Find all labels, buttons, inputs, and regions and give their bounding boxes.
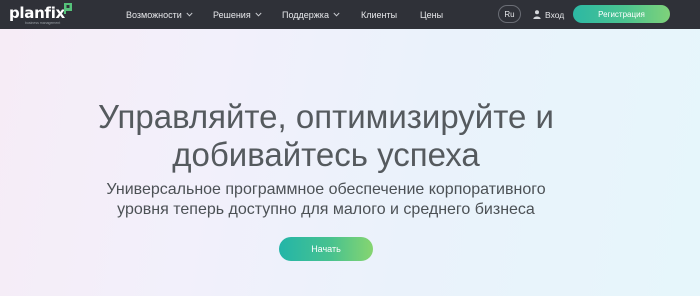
nav-item-label: Клиенты [361,9,398,20]
planfix-logo[interactable]: planfix business management [9,3,72,26]
login-link[interactable]: Вход [533,0,564,29]
nav-item-pricing[interactable]: Цены [420,0,443,29]
start-button[interactable]: Начать [279,237,373,261]
user-icon [533,10,541,19]
register-button[interactable]: Регистрация [573,5,670,23]
chevron-down-icon [255,12,262,17]
nav-item-clients[interactable]: Клиенты [361,0,397,29]
flag-icon [64,3,72,14]
nav-item-label: Решения [213,9,251,20]
hero-title-line-2: добивайтесь успеха [172,136,480,173]
nav-item-label: Поддержка [282,9,329,20]
top-navigation-bar: planfix business management Возможности … [0,0,700,29]
nav-item-solutions[interactable]: Решения [213,0,262,29]
hero-title-line-1: Управляйте, оптимизируйте и [98,98,554,135]
hero-subtitle-line-1: Универсальное программное обеспечение ко… [106,181,546,198]
hero-title: Управляйте, оптимизируйте и добивайтесь … [0,98,652,174]
hero-subtitle: Универсальное программное обеспечение ко… [0,180,652,220]
nav-item-label: Возможности [126,9,182,20]
logo-wordmark: planfix [9,4,65,22]
chevron-down-icon [186,12,193,17]
logo-tagline: business management [25,21,61,25]
nav-item-label: Цены [420,9,444,20]
nav-item-support[interactable]: Поддержка [282,0,340,29]
language-selector[interactable]: Ru [498,5,521,23]
chevron-down-icon [333,12,340,17]
nav-item-features[interactable]: Возможности [126,0,193,29]
hero-subtitle-line-2: уровня теперь доступно для малого и сред… [117,201,535,218]
login-label: Вход [545,9,565,20]
